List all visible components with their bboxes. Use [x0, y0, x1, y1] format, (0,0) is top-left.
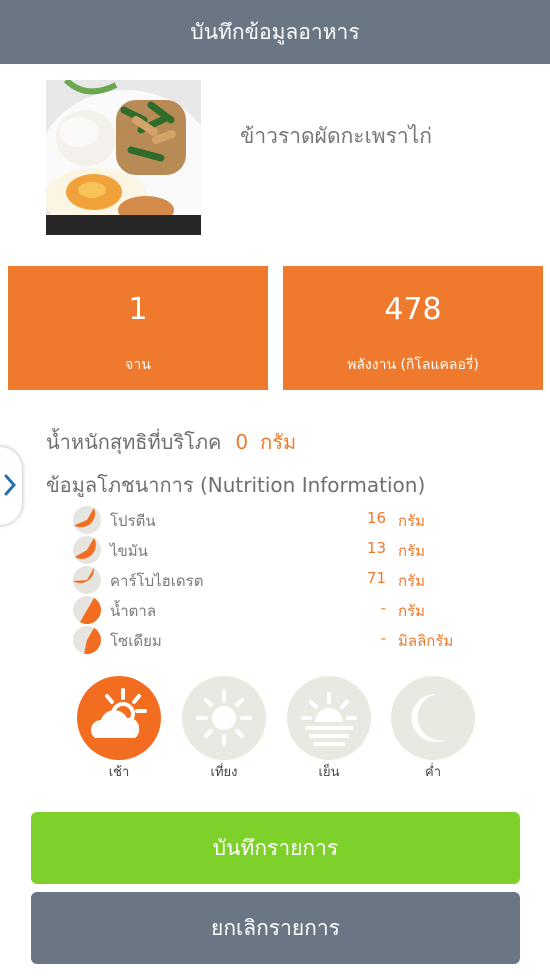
nutrient-name: โซเดียม: [110, 632, 162, 650]
nutrient-name: ไขมัน: [110, 542, 148, 560]
plates-box[interactable]: 1 จาน: [8, 266, 268, 390]
nutrition-row-sodium: โซเดียม - มิลลิกรัม: [72, 625, 492, 654]
nutrient-unit: มิลลิกรัม: [398, 632, 454, 650]
meal-breakfast-label: เช้า: [108, 765, 130, 780]
plates-value: 1: [128, 292, 148, 327]
nutrient-name: น้ำตาล: [110, 602, 157, 620]
nutrient-value: 13: [366, 539, 386, 557]
net-weight-label: น้ำหนักสุทธิที่บริโภค: [46, 430, 222, 454]
meal-dinner-label: เย็น: [318, 765, 340, 780]
pie-chart-icon: [73, 536, 101, 564]
meal-night-button[interactable]: [391, 676, 475, 760]
moon-icon: [411, 693, 445, 742]
meal-night-label: ค่ำ: [425, 765, 441, 780]
sun-icon: [196, 690, 252, 746]
nutrient-value: 71: [366, 569, 386, 587]
nutrient-value: 16: [366, 509, 386, 527]
meal-lunch-button[interactable]: [182, 676, 266, 760]
cancel-button[interactable]: ยกเลิกรายการ: [31, 892, 520, 964]
nutrient-unit: กรัม: [398, 602, 426, 620]
pie-chart-icon: [73, 566, 101, 594]
meal-breakfast-button[interactable]: [77, 676, 161, 760]
save-button[interactable]: บันทึกรายการ: [31, 812, 520, 884]
nutrient-name: โปรตีน: [110, 512, 156, 530]
energy-value: 478: [384, 292, 442, 327]
nutrient-unit: กรัม: [398, 572, 426, 590]
plates-unit: จาน: [125, 357, 151, 373]
meal-dinner-button[interactable]: [287, 676, 371, 760]
nutrition-row-protein: โปรตีน 16 กรัม: [72, 505, 492, 534]
sunset-icon: [301, 692, 357, 746]
chevron-right-icon: [4, 474, 17, 496]
pie-chart-icon: [73, 506, 101, 534]
nutrient-unit: กรัม: [398, 512, 426, 530]
net-weight-unit: กรัม: [260, 430, 297, 454]
nutrition-row-fat: ไขมัน 13 กรัม: [72, 535, 492, 564]
app-header: บันทึกข้อมูลอาหาร: [0, 0, 550, 64]
meal-lunch-label: เที่ยง: [210, 765, 238, 780]
nutrient-value: -: [380, 629, 386, 647]
pie-chart-icon: [73, 596, 101, 624]
page-title: บันทึกข้อมูลอาหาร: [190, 19, 360, 44]
pie-chart-icon: [73, 626, 101, 654]
sunrise-cloud-icon: [91, 688, 147, 738]
food-photo: [46, 80, 201, 235]
nutrition-title: ข้อมูลโภชนาการ (Nutrition Information): [46, 473, 426, 497]
side-drawer-tab[interactable]: [0, 447, 22, 525]
nutrient-unit: กรัม: [398, 542, 426, 560]
nutrition-row-carbohydrate: คาร์โบไฮเดรต 71 กรัม: [72, 565, 492, 594]
food-name: ข้าวราดผัดกะเพราไก่: [240, 124, 432, 148]
net-weight: น้ำหนักสุทธิที่บริโภค 0 กรัม: [46, 426, 296, 458]
nutrient-name: คาร์โบไฮเดรต: [110, 572, 204, 590]
nutrition-row-sugar: น้ำตาล - กรัม: [72, 595, 492, 624]
nutrient-value: -: [380, 599, 386, 617]
energy-box: 478 พลังงาน (กิโลแคลอรี่): [283, 266, 543, 390]
net-weight-value[interactable]: 0: [235, 430, 248, 454]
energy-unit: พลังงาน (กิโลแคลอรี่): [347, 357, 479, 373]
